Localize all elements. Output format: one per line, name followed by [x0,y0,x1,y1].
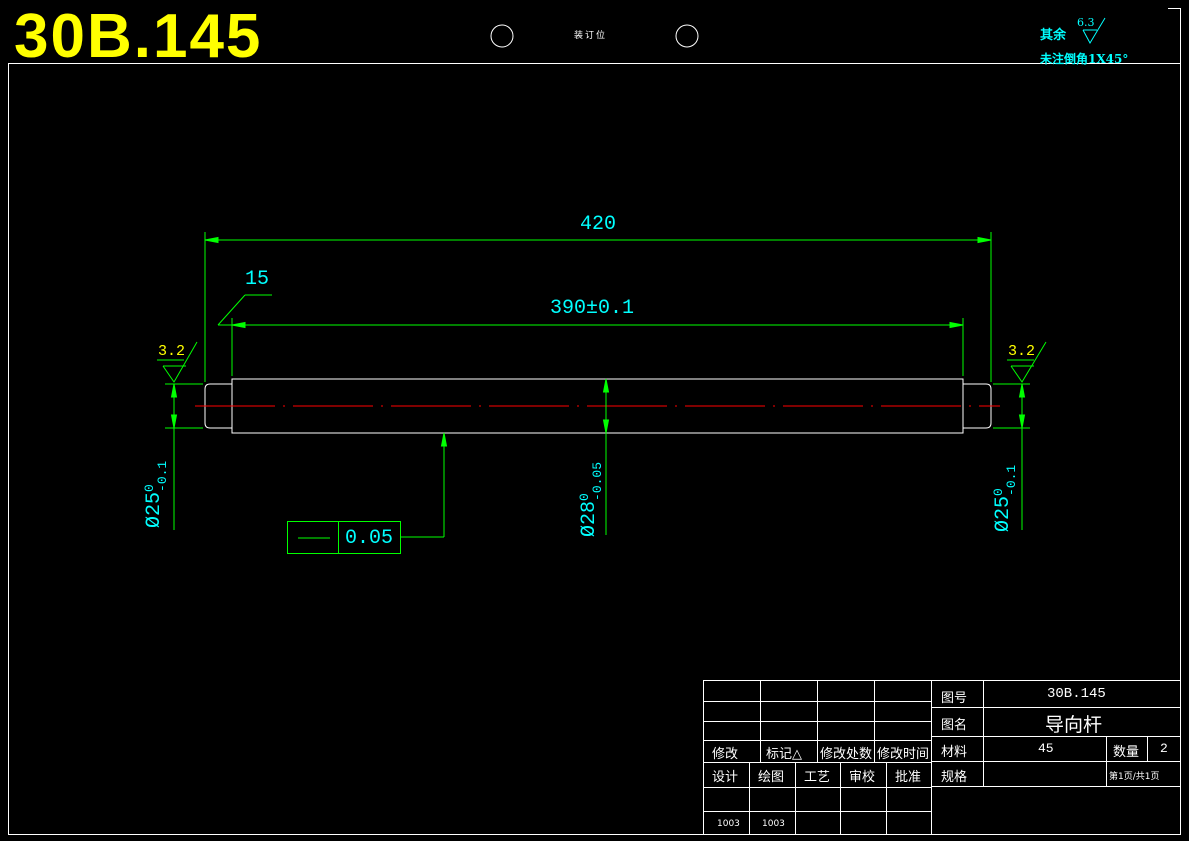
left-roughness-value: 3.2 [158,343,186,360]
signoff-value-drawing: 1003 [762,819,785,829]
signoff-process: 工艺 [804,770,831,785]
rev-header-1: 标记△ [766,747,802,762]
left-diameter-label: Ø25 0 -0.1 [142,460,170,528]
drawing-no-value: 30B.145 [1047,686,1106,702]
binding-label: 装订位 [574,31,608,41]
signoff-approve: 批准 [895,770,922,785]
straightness-value: 0.05 [345,527,394,550]
signoff-design: 设计 [712,770,739,785]
main-length-dim: 390±0.1 [550,297,635,320]
general-roughness-label: 其余 [1040,28,1067,43]
material-label: 材料 [941,745,968,760]
shoulder-length-dim: 15 [245,268,270,291]
rev-header-2: 修改处数 [820,747,873,762]
page-info: 第1页/共1页 [1109,772,1160,782]
main-diameter-label: Ø28 0 -0.05 [577,461,605,537]
drawing-code-title: 30B.145 [14,2,263,71]
signoff-value-design: 1003 [717,819,740,829]
quantity-label: 数量 [1113,745,1140,760]
drawing-border [8,63,1181,835]
signoff-drawing: 绘图 [758,770,785,785]
binding-hole-left [490,24,514,48]
overall-length-dim: 420 [580,213,617,236]
part-name-value: 导向杆 [1045,714,1103,736]
right-roughness-value: 3.2 [1008,343,1036,360]
signoff-review: 审校 [849,770,876,785]
rev-header-0: 修改 [712,747,739,762]
general-roughness-value: 6.3 [1077,16,1095,29]
rev-header-3: 修改时间 [877,747,930,762]
right-diameter-label: Ø25 0 -0.1 [991,464,1019,532]
material-value: 45 [1038,741,1054,756]
drawing-canvas [8,8,1181,835]
spec-label: 规格 [941,770,968,785]
part-name-label: 图名 [941,718,968,733]
chamfer-note: 未注倒角1X45° [1040,52,1129,66]
drawing-no-label: 图号 [941,691,968,706]
quantity-value: 2 [1160,741,1168,756]
binding-hole-right [675,24,699,48]
